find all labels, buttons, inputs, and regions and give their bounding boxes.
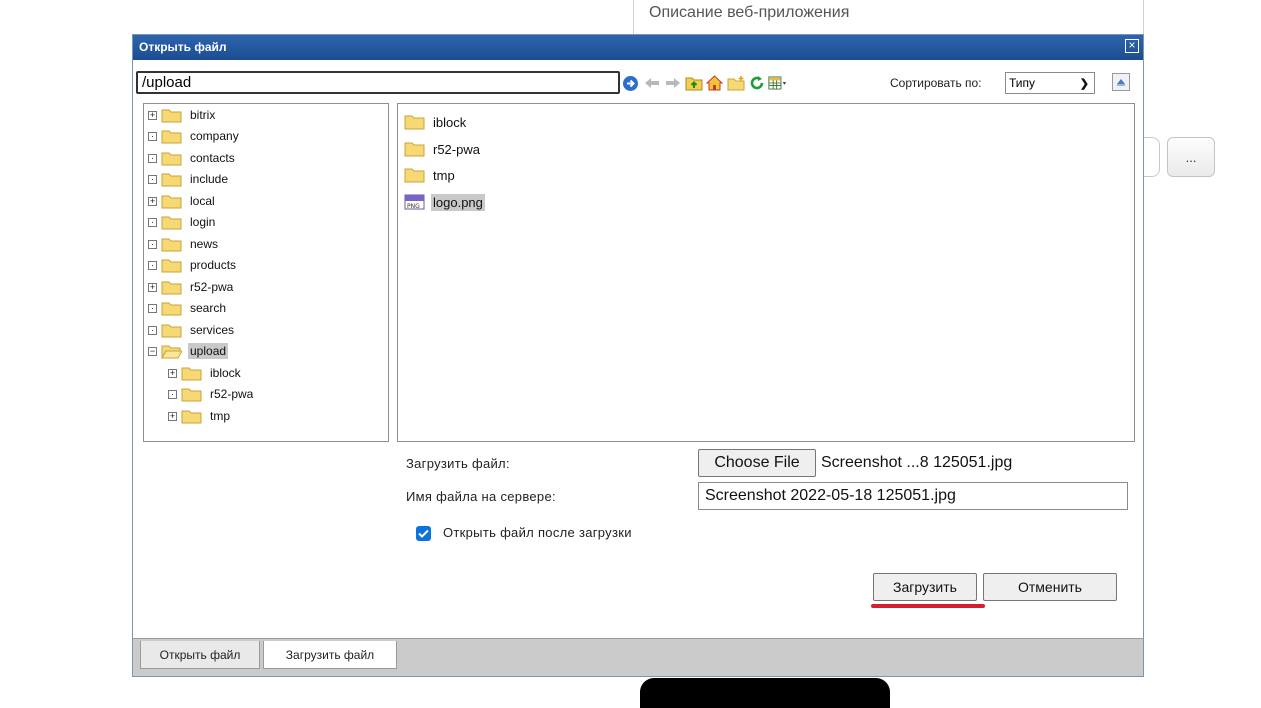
close-icon[interactable]: × (1125, 39, 1139, 53)
open-after-upload-checkbox[interactable] (416, 526, 431, 541)
expand-toggle-icon[interactable]: · (148, 325, 157, 335)
folder-icon (161, 259, 182, 272)
collapse-toggle-icon[interactable]: − (148, 346, 157, 356)
expand-toggle-icon[interactable]: + (148, 110, 157, 120)
expand-toggle-icon[interactable]: · (148, 303, 157, 313)
back-arrow-icon[interactable] (642, 74, 661, 93)
file-list-item[interactable]: tmp (404, 165, 457, 185)
go-arrow-icon[interactable] (621, 74, 640, 93)
svg-text:PNG: PNG (407, 203, 420, 210)
tree-item[interactable]: · company (148, 127, 241, 145)
folder-icon (181, 367, 202, 380)
path-input[interactable] (136, 71, 620, 94)
file-list-item[interactable]: iblock (404, 112, 468, 132)
folder-icon (161, 238, 182, 251)
folder-icon (181, 410, 202, 423)
dialog-toolbar (621, 72, 787, 94)
expand-toggle-icon[interactable]: · (168, 389, 177, 399)
view-mode-icon[interactable] (768, 74, 787, 93)
tree-child-item[interactable]: + tmp (168, 407, 232, 425)
forward-arrow-icon[interactable] (663, 74, 682, 93)
sort-selected-value: Типу (1009, 76, 1036, 90)
folder-icon (161, 281, 182, 294)
dialog-titlebar[interactable]: Открыть файл × (133, 35, 1143, 60)
tree-item[interactable]: + bitrix (148, 106, 217, 124)
server-file-name-input[interactable] (698, 482, 1128, 510)
sort-select[interactable]: Типу ❯ (1005, 72, 1095, 94)
tree-item[interactable]: + local (148, 192, 217, 210)
browse-dots-button[interactable]: ... (1167, 137, 1215, 177)
tab-open-file[interactable]: Открыть файл (140, 641, 260, 669)
expand-toggle-icon[interactable]: · (148, 217, 157, 227)
refresh-icon[interactable] (747, 74, 766, 93)
expand-toggle-icon[interactable]: + (168, 411, 177, 421)
sort-direction-icon[interactable] (1112, 73, 1130, 91)
folder-icon (161, 109, 182, 122)
expand-toggle-icon[interactable]: + (168, 368, 177, 378)
folder-icon (161, 152, 182, 165)
expand-toggle-icon[interactable]: · (148, 260, 157, 270)
folder-up-icon[interactable] (684, 74, 703, 93)
sort-label: Сортировать по: (890, 76, 982, 90)
tree-child-item[interactable]: · r52-pwa (168, 385, 255, 403)
tree-item[interactable]: + r52-pwa (148, 278, 235, 296)
chevron-down-icon: ❯ (1079, 77, 1089, 90)
folder-icon (161, 173, 182, 186)
open-folder-icon (161, 345, 182, 359)
dialog-tab-bar: Открыть файл Загрузить файл (133, 638, 1143, 676)
server-file-name-label: Имя файла на сервере: (406, 489, 556, 504)
folder-icon (181, 388, 202, 401)
tree-item[interactable]: · products (148, 256, 238, 274)
tree-item[interactable]: · login (148, 213, 217, 231)
tree-item[interactable]: · search (148, 299, 228, 317)
open-file-dialog: Открыть файл × Сортировать по: Типу (132, 34, 1144, 677)
tree-item-selected[interactable]: − upload (148, 342, 229, 360)
home-icon[interactable] (705, 74, 724, 93)
tab-upload-file[interactable]: Загрузить файл (263, 641, 397, 669)
expand-toggle-icon[interactable]: + (148, 282, 157, 292)
tree-item[interactable]: · services (148, 321, 236, 339)
file-list-item[interactable]: r52-pwa (404, 139, 482, 159)
folder-icon (161, 195, 182, 208)
folder-tree: + bitrix · company · contacts · include … (143, 103, 389, 442)
open-after-upload-label: Открыть файл после загрузки (443, 525, 632, 540)
expand-toggle-icon[interactable]: + (148, 196, 157, 206)
upload-button[interactable]: Загрузить (873, 573, 977, 601)
upload-file-label: Загрузить файл: (406, 456, 510, 471)
chosen-file-name: Screenshot ...8 125051.jpg (821, 454, 1013, 471)
tree-item[interactable]: · contacts (148, 149, 237, 167)
folder-icon (404, 115, 425, 130)
folder-icon (161, 302, 182, 315)
dialog-title: Открыть файл (139, 40, 227, 54)
tree-child-item[interactable]: + iblock (168, 364, 243, 382)
tree-item[interactable]: · include (148, 170, 230, 188)
folder-icon (161, 216, 182, 229)
expand-toggle-icon[interactable]: · (148, 131, 157, 141)
expand-toggle-icon[interactable]: · (148, 174, 157, 184)
web-app-description-field: Описание веб-приложения (633, 0, 1144, 34)
folder-icon (161, 324, 182, 337)
tree-item[interactable]: · news (148, 235, 220, 253)
cancel-button[interactable]: Отменить (983, 573, 1117, 601)
folder-icon (404, 168, 425, 183)
expand-toggle-icon[interactable]: · (148, 153, 157, 163)
choose-file-button[interactable]: Choose File (698, 449, 816, 477)
folder-icon (161, 130, 182, 143)
upload-highlight-underline (871, 604, 985, 608)
file-list-item-selected[interactable]: PNG logo.png (404, 192, 485, 212)
png-file-icon: PNG (404, 194, 425, 210)
expand-toggle-icon[interactable]: · (148, 239, 157, 249)
file-list: iblock r52-pwa tmp PNG logo.png (397, 103, 1135, 442)
folder-icon (404, 142, 425, 157)
new-folder-icon[interactable] (726, 74, 745, 93)
background-logo-fragment (640, 678, 890, 708)
checkmark-icon (418, 529, 429, 538)
